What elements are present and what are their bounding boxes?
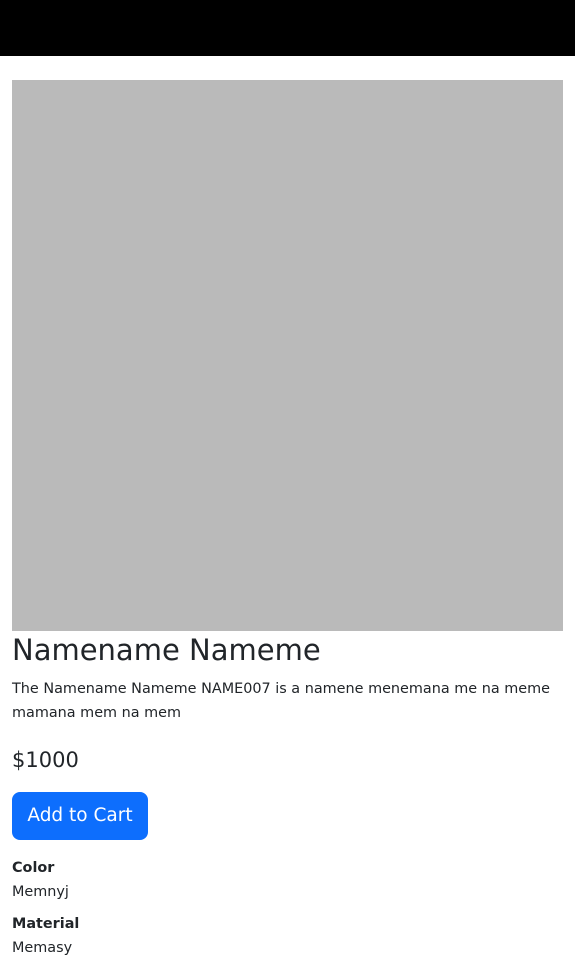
add-to-cart-button[interactable]: Add to Cart [12,792,148,840]
product-price: $1000 [12,748,79,772]
spec-label-color: Color [12,860,55,876]
spec-label-material: Material [12,916,80,932]
product-image [12,80,563,631]
spec-value-material: Memasy [12,940,73,956]
spec-value-color: Memnyj [12,884,69,900]
top-navbar [0,0,575,56]
product-title: Namename Nameme [12,633,321,667]
product-description: The Namename Nameme NAME007 is a namene … [12,681,550,721]
